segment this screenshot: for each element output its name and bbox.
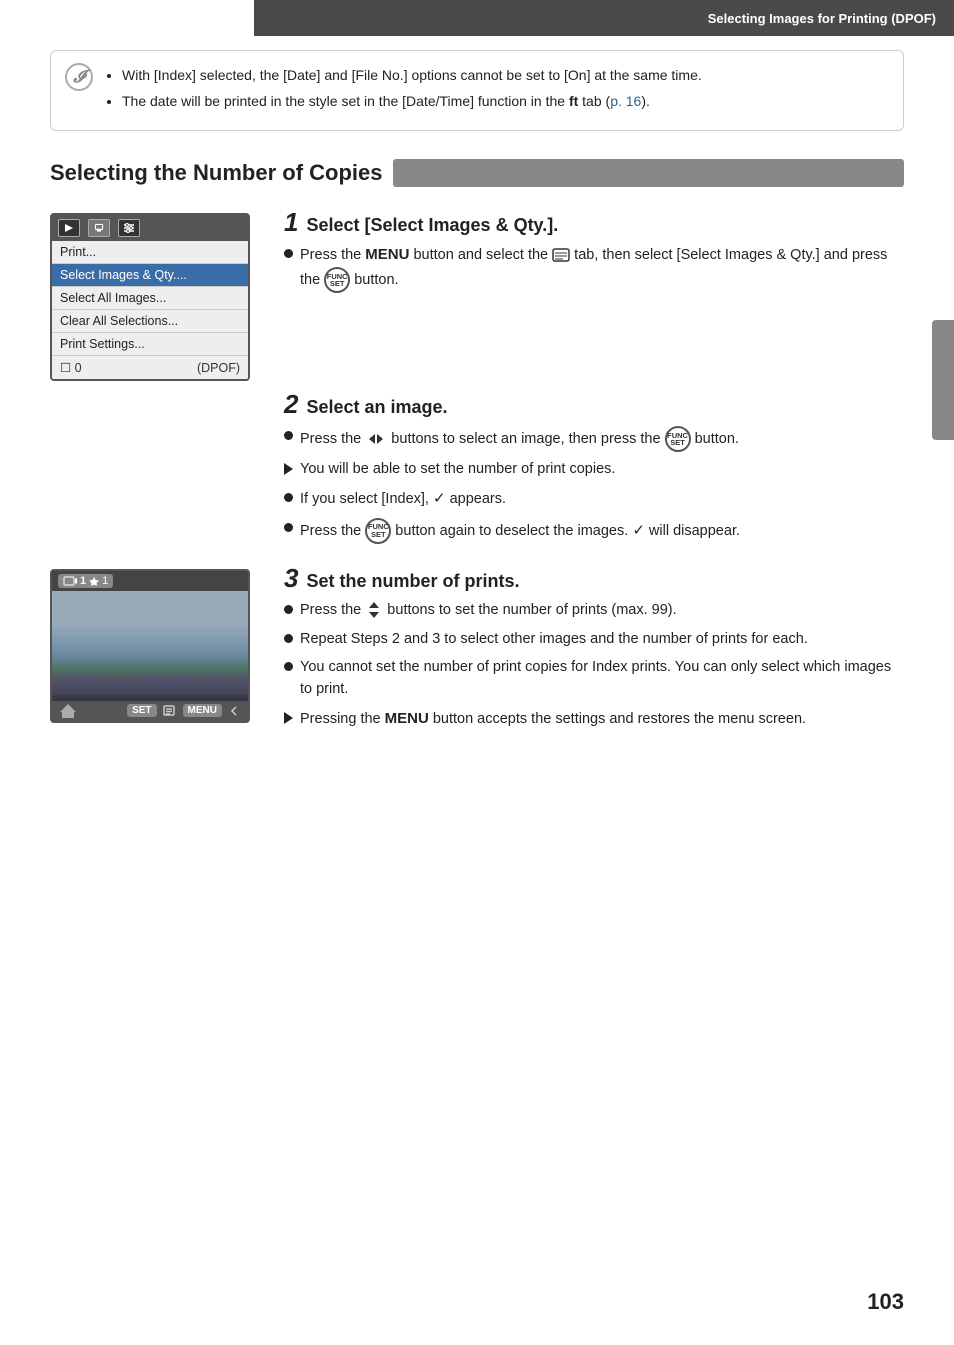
camera-screenshot: 1 1 SET MENU bbox=[50, 569, 250, 723]
menu-screenshot: Print... Select Images & Qty.... Select … bbox=[50, 213, 250, 381]
step2-bullet2: You will be able to set the number of pr… bbox=[284, 459, 904, 481]
menu-item-clear-all: Clear All Selections... bbox=[52, 310, 248, 333]
menu-items-list: Print... Select Images & Qty.... Select … bbox=[52, 241, 248, 379]
bullet-arrow-3d bbox=[284, 712, 293, 724]
step3-bullet3-text: You cannot set the number of print copie… bbox=[300, 657, 904, 701]
set-btn-label: SET bbox=[127, 704, 156, 717]
header-bar: Selecting Images for Printing (DPOF) bbox=[254, 0, 954, 36]
func-set-btn-2: FUNCSET bbox=[665, 426, 691, 452]
note-icon: 𝓘 bbox=[65, 63, 93, 91]
step2-left-empty bbox=[50, 391, 260, 551]
step3-number: 3 bbox=[284, 565, 298, 591]
note-box: 𝓘 With [Index] selected, the [Date] and … bbox=[50, 50, 904, 131]
bullet-circle-3c bbox=[284, 662, 293, 671]
step2-bullets: Press the buttons to select an image, th… bbox=[284, 426, 904, 544]
step1-bullet1: Press the MENU button and select the tab… bbox=[284, 244, 904, 293]
bullet-circle-2d bbox=[284, 523, 293, 532]
camera-indicator: 1 1 bbox=[58, 574, 113, 588]
step3-bullet3: You cannot set the number of print copie… bbox=[284, 657, 904, 701]
step3-row: 1 1 SET MENU bbox=[50, 565, 904, 738]
step3-bullet1: Press the buttons to set the number of p… bbox=[284, 600, 904, 622]
step3-header: 3 Set the number of prints. bbox=[284, 565, 904, 592]
menu-dpof-label: (DPOF) bbox=[197, 361, 240, 375]
note-item-2: The date will be printed in the style se… bbox=[122, 91, 885, 113]
camera-bottom-icons: SET MENU bbox=[127, 704, 240, 717]
header-title: Selecting Images for Printing (DPOF) bbox=[708, 11, 936, 26]
step1-bullet1-text: Press the MENU button and select the tab… bbox=[300, 244, 904, 293]
step2-bullet2-text: You will be able to set the number of pr… bbox=[300, 459, 615, 481]
step2-bullet4-text: Press the FUNCSET button again to desele… bbox=[300, 518, 740, 544]
bullet-circle-2c bbox=[284, 493, 293, 502]
func-set-btn-3: FUNCSET bbox=[365, 518, 391, 544]
bullet-arrow-2b bbox=[284, 463, 293, 475]
main-content: 𝓘 With [Index] selected, the [Date] and … bbox=[0, 0, 954, 778]
step2-bullet4: Press the FUNCSET button again to desele… bbox=[284, 518, 904, 544]
bullet-circle-3a bbox=[284, 605, 293, 614]
play-tab-icon bbox=[58, 219, 80, 237]
step3-bullet1-text: Press the buttons to set the number of p… bbox=[300, 600, 677, 622]
func-set-btn: FUNCSET bbox=[324, 267, 350, 293]
menu-item-select-qty: Select Images & Qty.... bbox=[52, 264, 248, 287]
step2-bullet1: Press the buttons to select an image, th… bbox=[284, 426, 904, 452]
page-number: 103 bbox=[867, 1289, 904, 1315]
note-item-1: With [Index] selected, the [Date] and [F… bbox=[122, 65, 885, 87]
menu-btn-label: MENU bbox=[183, 704, 222, 717]
step2-bullet3-text: If you select [Index], ✓ appears. bbox=[300, 488, 506, 511]
menu-top-bar bbox=[52, 215, 248, 241]
bullet-circle-3b bbox=[284, 634, 293, 643]
step1-number: 1 bbox=[284, 209, 298, 235]
step2-right: 2 Select an image. Press the buttons to … bbox=[284, 391, 904, 551]
step1-row: Print... Select Images & Qty.... Select … bbox=[50, 209, 904, 381]
right-tab bbox=[932, 320, 954, 440]
camera-bottom-bar: SET MENU bbox=[52, 701, 248, 721]
step2-row: 2 Select an image. Press the buttons to … bbox=[50, 391, 904, 551]
step1-bullets: Press the MENU button and select the tab… bbox=[284, 244, 904, 293]
step2-header: 2 Select an image. bbox=[284, 391, 904, 418]
step3-bullet2: Repeat Steps 2 and 3 to select other ima… bbox=[284, 629, 904, 651]
step3-bullet4: Pressing the MENU button accepts the set… bbox=[284, 708, 904, 731]
step1-title: Select [Select Images & Qty.]. bbox=[306, 215, 558, 236]
step2-bullet1-text: Press the buttons to select an image, th… bbox=[300, 426, 739, 452]
section-title: Selecting the Number of Copies bbox=[50, 160, 393, 186]
section-title-bar bbox=[393, 159, 905, 187]
step3-bullets: Press the buttons to set the number of p… bbox=[284, 600, 904, 731]
step3-title: Set the number of prints. bbox=[306, 571, 519, 592]
menu-item-print-settings: Print Settings... bbox=[52, 333, 248, 356]
note-list: With [Index] selected, the [Date] and [F… bbox=[106, 65, 885, 112]
step3-bullet4-text: Pressing the MENU button accepts the set… bbox=[300, 708, 806, 731]
settings-tab-icon bbox=[118, 219, 140, 237]
step2-bullet3: If you select [Index], ✓ appears. bbox=[284, 488, 904, 511]
section-heading-wrapper: Selecting the Number of Copies bbox=[50, 159, 904, 187]
camera-image bbox=[52, 591, 248, 701]
step1-right: 1 Select [Select Images & Qty.]. Press t… bbox=[284, 209, 904, 381]
camera-top-bar: 1 1 bbox=[52, 571, 248, 591]
menu-checkbox: ☐ 0 bbox=[60, 360, 82, 375]
print-tab-icon bbox=[88, 219, 110, 237]
step1-header: 1 Select [Select Images & Qty.]. bbox=[284, 209, 904, 236]
step3-right: 3 Set the number of prints. Press the bu… bbox=[284, 565, 904, 738]
step2-title: Select an image. bbox=[306, 397, 447, 418]
step1-left: Print... Select Images & Qty.... Select … bbox=[50, 209, 260, 381]
bullet-circle bbox=[284, 249, 293, 258]
menu-item-footer: ☐ 0 (DPOF) bbox=[52, 356, 248, 379]
bullet-circle-2a bbox=[284, 431, 293, 440]
step2-number: 2 bbox=[284, 391, 298, 417]
menu-item-print: Print... bbox=[52, 241, 248, 264]
step3-left: 1 1 SET MENU bbox=[50, 565, 260, 738]
menu-item-select-all: Select All Images... bbox=[52, 287, 248, 310]
step3-bullet2-text: Repeat Steps 2 and 3 to select other ima… bbox=[300, 629, 808, 651]
